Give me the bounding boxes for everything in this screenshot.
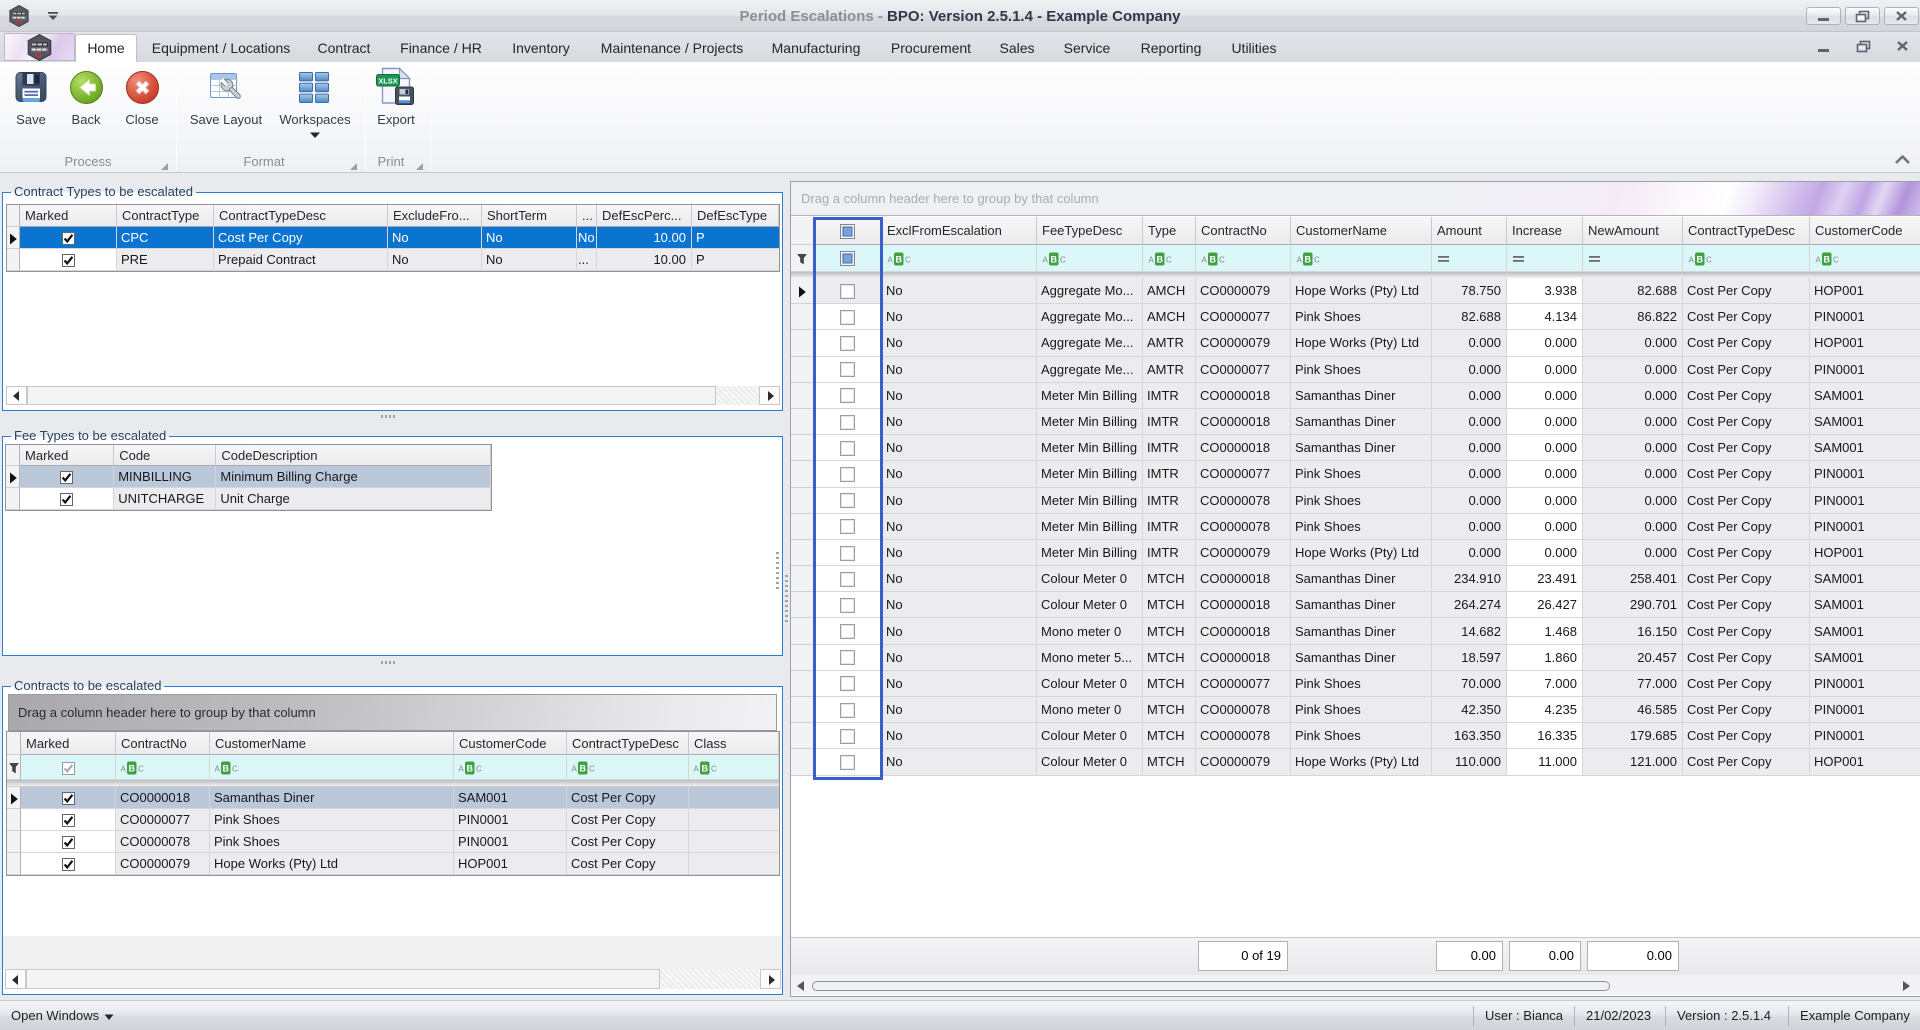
svg-text:B: B — [1823, 254, 1830, 264]
svg-text:B: B — [701, 763, 708, 773]
svg-text:B: B — [128, 763, 135, 773]
svg-text:B: B — [1696, 254, 1703, 264]
svg-text:A: A — [888, 255, 894, 264]
svg-text:A: A — [1149, 255, 1155, 264]
svg-text:C: C — [232, 764, 238, 773]
svg-text:C: C — [1219, 255, 1225, 264]
svg-text:A: A — [572, 764, 578, 773]
svg-text:A: A — [1297, 255, 1303, 264]
svg-text:C: C — [905, 255, 911, 264]
svg-text:C: C — [1833, 255, 1839, 264]
svg-text:A: A — [1816, 255, 1822, 264]
svg-text:B: B — [1304, 254, 1311, 264]
svg-text:C: C — [711, 764, 717, 773]
svg-text:C: C — [589, 764, 595, 773]
svg-text:C: C — [1706, 255, 1712, 264]
svg-text:A: A — [215, 764, 221, 773]
svg-text:A: A — [1202, 255, 1208, 264]
svg-text:B: B — [579, 763, 586, 773]
svg-text:B: B — [466, 763, 473, 773]
svg-text:XLSX: XLSX — [378, 77, 398, 86]
svg-text:C: C — [138, 764, 144, 773]
svg-text:C: C — [1314, 255, 1320, 264]
svg-text:A: A — [1689, 255, 1695, 264]
svg-text:A: A — [121, 764, 127, 773]
svg-text:C: C — [1166, 255, 1172, 264]
svg-text:C: C — [476, 764, 482, 773]
svg-text:A: A — [459, 764, 465, 773]
svg-text:B: B — [1156, 254, 1163, 264]
svg-text:A: A — [1043, 255, 1049, 264]
svg-text:B: B — [1050, 254, 1057, 264]
svg-text:B: B — [895, 254, 902, 264]
svg-text:C: C — [1060, 255, 1066, 264]
svg-text:B: B — [1209, 254, 1216, 264]
svg-text:A: A — [694, 764, 700, 773]
svg-text:B: B — [222, 763, 229, 773]
